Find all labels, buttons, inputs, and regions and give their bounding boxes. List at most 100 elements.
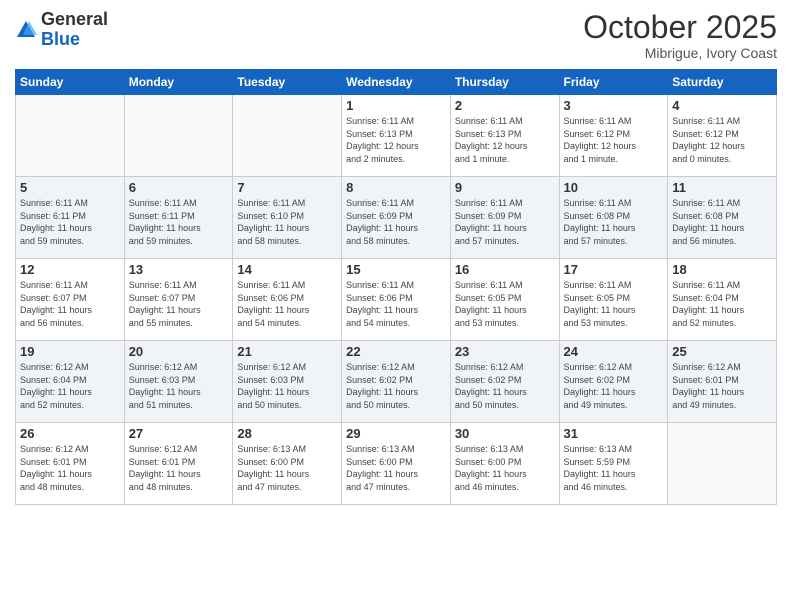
day-info: Sunrise: 6:11 AM Sunset: 6:10 PM Dayligh…	[237, 197, 337, 247]
day-number: 21	[237, 344, 337, 359]
day-info: Sunrise: 6:12 AM Sunset: 6:02 PM Dayligh…	[455, 361, 555, 411]
day-number: 24	[564, 344, 664, 359]
calendar-cell	[16, 95, 125, 177]
calendar-cell: 23 Sunrise: 6:12 AM Sunset: 6:02 PM Dayli…	[450, 341, 559, 423]
day-number: 20	[129, 344, 229, 359]
day-info: Sunrise: 6:11 AM Sunset: 6:08 PM Dayligh…	[672, 197, 772, 247]
day-info: Sunrise: 6:11 AM Sunset: 6:06 PM Dayligh…	[346, 279, 446, 329]
calendar-cell: 18 Sunrise: 6:11 AM Sunset: 6:04 PM Dayli…	[668, 259, 777, 341]
day-info: Sunrise: 6:13 AM Sunset: 6:00 PM Dayligh…	[455, 443, 555, 493]
month-title: October 2025	[583, 10, 777, 45]
day-number: 30	[455, 426, 555, 441]
calendar-cell: 1 Sunrise: 6:11 AM Sunset: 6:13 PM Daylig…	[342, 95, 451, 177]
calendar-cell: 14 Sunrise: 6:11 AM Sunset: 6:06 PM Dayli…	[233, 259, 342, 341]
day-number: 1	[346, 98, 446, 113]
day-info: Sunrise: 6:13 AM Sunset: 5:59 PM Dayligh…	[564, 443, 664, 493]
calendar-cell: 28 Sunrise: 6:13 AM Sunset: 6:00 PM Dayli…	[233, 423, 342, 505]
calendar-cell: 21 Sunrise: 6:12 AM Sunset: 6:03 PM Dayli…	[233, 341, 342, 423]
calendar-cell: 19 Sunrise: 6:12 AM Sunset: 6:04 PM Dayli…	[16, 341, 125, 423]
header-row: SundayMondayTuesdayWednesdayThursdayFrid…	[16, 70, 777, 95]
calendar-cell: 29Sunrise: 6:13 AM Sunset: 6:00 PM Dayli…	[342, 423, 451, 505]
calendar-week-row: 19 Sunrise: 6:12 AM Sunset: 6:04 PM Dayli…	[16, 341, 777, 423]
location-subtitle: Mibrigue, Ivory Coast	[583, 45, 777, 61]
day-info: Sunrise: 6:11 AM Sunset: 6:05 PM Dayligh…	[455, 279, 555, 329]
day-number: 4	[672, 98, 772, 113]
day-info: Sunrise: 6:11 AM Sunset: 6:11 PM Dayligh…	[20, 197, 120, 247]
day-info: Sunrise: 6:11 AM Sunset: 6:12 PM Dayligh…	[564, 115, 664, 165]
calendar-cell	[233, 95, 342, 177]
calendar-week-row: 12 Sunrise: 6:11 AM Sunset: 6:07 PM Dayli…	[16, 259, 777, 341]
weekday-header: Wednesday	[342, 70, 451, 95]
calendar-cell: 30 Sunrise: 6:13 AM Sunset: 6:00 PM Dayli…	[450, 423, 559, 505]
logo-blue: Blue	[41, 29, 80, 49]
weekday-header: Saturday	[668, 70, 777, 95]
day-info: Sunrise: 6:11 AM Sunset: 6:04 PM Dayligh…	[672, 279, 772, 329]
day-info: Sunrise: 6:12 AM Sunset: 6:01 PM Dayligh…	[20, 443, 120, 493]
day-info: Sunrise: 6:12 AM Sunset: 6:03 PM Dayligh…	[237, 361, 337, 411]
header: General Blue October 2025 Mibrigue, Ivor…	[15, 10, 777, 61]
day-info: Sunrise: 6:11 AM Sunset: 6:09 PM Dayligh…	[346, 197, 446, 247]
calendar-cell: 24 Sunrise: 6:12 AM Sunset: 6:02 PM Dayli…	[559, 341, 668, 423]
day-info: Sunrise: 6:11 AM Sunset: 6:07 PM Dayligh…	[20, 279, 120, 329]
calendar-table: SundayMondayTuesdayWednesdayThursdayFrid…	[15, 69, 777, 505]
day-number: 9	[455, 180, 555, 195]
logo-general: General	[41, 9, 108, 29]
day-info: Sunrise: 6:11 AM Sunset: 6:12 PM Dayligh…	[672, 115, 772, 165]
calendar-cell: 12 Sunrise: 6:11 AM Sunset: 6:07 PM Dayli…	[16, 259, 125, 341]
day-info: Sunrise: 6:12 AM Sunset: 6:01 PM Dayligh…	[672, 361, 772, 411]
calendar-cell: 8 Sunrise: 6:11 AM Sunset: 6:09 PM Daylig…	[342, 177, 451, 259]
day-number: 10	[564, 180, 664, 195]
day-number: 8	[346, 180, 446, 195]
day-info: Sunrise: 6:11 AM Sunset: 6:08 PM Dayligh…	[564, 197, 664, 247]
day-number: 29	[346, 426, 446, 441]
day-number: 14	[237, 262, 337, 277]
calendar-cell	[668, 423, 777, 505]
calendar-week-row: 5Sunrise: 6:11 AM Sunset: 6:11 PM Daylig…	[16, 177, 777, 259]
calendar-cell: 20 Sunrise: 6:12 AM Sunset: 6:03 PM Dayli…	[124, 341, 233, 423]
day-number: 17	[564, 262, 664, 277]
calendar-cell: 10 Sunrise: 6:11 AM Sunset: 6:08 PM Dayli…	[559, 177, 668, 259]
day-info: Sunrise: 6:11 AM Sunset: 6:13 PM Dayligh…	[346, 115, 446, 165]
calendar-cell: 16 Sunrise: 6:11 AM Sunset: 6:05 PM Dayli…	[450, 259, 559, 341]
day-number: 18	[672, 262, 772, 277]
day-info: Sunrise: 6:11 AM Sunset: 6:05 PM Dayligh…	[564, 279, 664, 329]
weekday-header: Sunday	[16, 70, 125, 95]
calendar-cell: 27Sunrise: 6:12 AM Sunset: 6:01 PM Dayli…	[124, 423, 233, 505]
day-info: Sunrise: 6:11 AM Sunset: 6:09 PM Dayligh…	[455, 197, 555, 247]
logo-text: General Blue	[41, 10, 108, 50]
day-number: 25	[672, 344, 772, 359]
day-number: 16	[455, 262, 555, 277]
day-number: 15	[346, 262, 446, 277]
calendar-cell: 25 Sunrise: 6:12 AM Sunset: 6:01 PM Dayli…	[668, 341, 777, 423]
calendar-cell: 31 Sunrise: 6:13 AM Sunset: 5:59 PM Dayli…	[559, 423, 668, 505]
weekday-header: Monday	[124, 70, 233, 95]
day-info: Sunrise: 6:11 AM Sunset: 6:06 PM Dayligh…	[237, 279, 337, 329]
calendar-week-row: 1 Sunrise: 6:11 AM Sunset: 6:13 PM Daylig…	[16, 95, 777, 177]
day-number: 22	[346, 344, 446, 359]
day-number: 6	[129, 180, 229, 195]
weekday-header: Thursday	[450, 70, 559, 95]
logo: General Blue	[15, 10, 108, 50]
calendar-cell: 7Sunrise: 6:11 AM Sunset: 6:10 PM Daylig…	[233, 177, 342, 259]
calendar-week-row: 26Sunrise: 6:12 AM Sunset: 6:01 PM Dayli…	[16, 423, 777, 505]
calendar-cell: 26Sunrise: 6:12 AM Sunset: 6:01 PM Dayli…	[16, 423, 125, 505]
day-info: Sunrise: 6:12 AM Sunset: 6:02 PM Dayligh…	[564, 361, 664, 411]
day-number: 13	[129, 262, 229, 277]
day-info: Sunrise: 6:12 AM Sunset: 6:04 PM Dayligh…	[20, 361, 120, 411]
day-number: 28	[237, 426, 337, 441]
day-number: 19	[20, 344, 120, 359]
day-number: 23	[455, 344, 555, 359]
calendar-cell: 3 Sunrise: 6:11 AM Sunset: 6:12 PM Daylig…	[559, 95, 668, 177]
day-number: 12	[20, 262, 120, 277]
day-number: 31	[564, 426, 664, 441]
calendar-cell: 11Sunrise: 6:11 AM Sunset: 6:08 PM Dayli…	[668, 177, 777, 259]
day-info: Sunrise: 6:12 AM Sunset: 6:03 PM Dayligh…	[129, 361, 229, 411]
day-info: Sunrise: 6:12 AM Sunset: 6:02 PM Dayligh…	[346, 361, 446, 411]
day-number: 27	[129, 426, 229, 441]
day-info: Sunrise: 6:13 AM Sunset: 6:00 PM Dayligh…	[237, 443, 337, 493]
calendar-cell: 5Sunrise: 6:11 AM Sunset: 6:11 PM Daylig…	[16, 177, 125, 259]
calendar-page: General Blue October 2025 Mibrigue, Ivor…	[0, 0, 792, 612]
day-number: 3	[564, 98, 664, 113]
day-info: Sunrise: 6:11 AM Sunset: 6:11 PM Dayligh…	[129, 197, 229, 247]
calendar-cell: 13Sunrise: 6:11 AM Sunset: 6:07 PM Dayli…	[124, 259, 233, 341]
